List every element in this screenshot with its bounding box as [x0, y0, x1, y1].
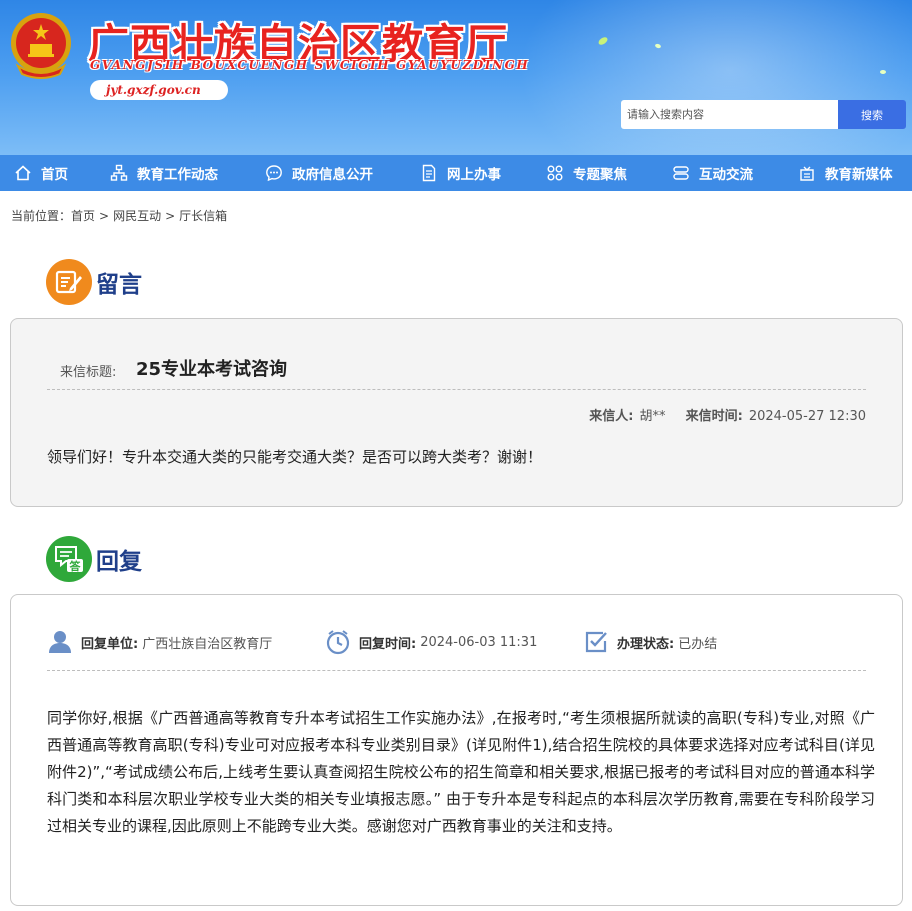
breadcrumb-link-mailbox[interactable]: 厅长信箱 — [179, 209, 227, 223]
site-domain: jyt.gxzf.gov.cn — [90, 80, 228, 100]
breadcrumb-link-home[interactable]: 首页 — [71, 209, 95, 223]
home-icon — [15, 165, 31, 181]
message-time-label: 来信时间: — [685, 409, 743, 424]
nav-item-new-media[interactable]: 教育新媒体 — [798, 155, 893, 191]
message-body: 领导们好！专升本交通大类的只能考交通大类？是否可以跨大类考？谢谢！ — [47, 448, 543, 466]
reply-time-label: 回复时间: — [359, 636, 417, 652]
reply-icon-badge: 答 — [46, 536, 92, 582]
nav-item-label: 专题聚焦 — [573, 167, 627, 183]
breadcrumb-link-interaction[interactable]: 网民互动 — [113, 209, 161, 223]
leaf-decoration — [880, 70, 886, 74]
breadcrumb: 当前位置：首页 > 网民互动 > 厅长信箱 — [11, 207, 227, 224]
sender-value: 胡** — [639, 409, 666, 424]
nav-item-label: 网上办事 — [447, 167, 501, 183]
reply-body: 同学你好,根据《广西普通高等教育专升本考试招生工作实施办法》,在报考时,“考生须… — [47, 709, 875, 835]
message-card: 来信标题: 25专业本考试咨询 来信人: 胡** 来信时间: 2024-05-27 … — [10, 318, 903, 507]
sitemap-icon — [110, 164, 128, 181]
reply-status-label: 办理状态: — [617, 636, 675, 652]
reply-time-value: 2024-06-03 11:31 — [420, 634, 538, 650]
nav-item-education-news[interactable]: 教育工作动态 — [110, 155, 218, 191]
divider — [47, 670, 866, 671]
nav-item-special-topics[interactable]: 专题聚焦 — [546, 155, 627, 191]
nav-item-label: 首页 — [41, 167, 68, 183]
nav-item-label: 政府信息公开 — [292, 167, 373, 183]
nav-item-gov-info[interactable]: 政府信息公开 — [265, 155, 373, 191]
site-subtitle: GVANGJSIH BOUXCUENGH SWCIGIH GYAUYUZDING… — [90, 58, 530, 72]
media-icon — [800, 166, 814, 181]
nav-item-home[interactable]: 首页 — [14, 155, 68, 191]
message-time-value: 2024-05-27 12:30 — [748, 409, 866, 424]
reply-answer-icon: 答 — [55, 546, 83, 573]
grid-icon — [547, 165, 563, 181]
exchange-icon — [673, 166, 689, 180]
reply-time: 回复时间: 2024-06-03 11:31 — [325, 629, 537, 655]
message-meta: 来信人: 胡** 来信时间: 2024-05-27 12:30 — [589, 405, 866, 424]
main-nav: 首页 教育工作动态 政府信息公开 网上办事 专题聚焦 互动交流 教育新媒体 — [0, 155, 912, 191]
nav-item-interaction[interactable]: 互动交流 — [672, 155, 753, 191]
header-glow — [520, 0, 912, 155]
national-emblem-icon — [11, 13, 71, 79]
breadcrumb-prefix: 当前位置： — [11, 209, 72, 223]
document-icon — [422, 164, 436, 182]
reply-status: 办理状态: 已办结 — [583, 629, 717, 655]
chat-icon — [266, 165, 282, 182]
pencil-note-icon — [55, 270, 82, 294]
breadcrumb-separator: > — [165, 209, 176, 223]
site-header: 广西壮族自治区教育厅 GVANGJSIH BOUXCUENGH SWCIGIH … — [0, 0, 912, 155]
sender-label: 来信人: — [589, 409, 634, 424]
nav-item-label: 教育工作动态 — [137, 167, 218, 183]
clock-icon — [326, 630, 350, 655]
reply-card: 回复单位: 广西壮族自治区教育厅 回复时间: 2024-06-03 11:31 办理… — [10, 594, 903, 906]
message-icon-badge — [46, 259, 92, 305]
reply-status-value: 已办结 — [678, 636, 718, 652]
search-input[interactable] — [621, 100, 839, 129]
reply-heading-title: 回复 — [96, 548, 142, 575]
reply-heading: 答 回复 — [46, 536, 142, 582]
checkbox-icon — [585, 631, 607, 653]
nav-item-label: 教育新媒体 — [825, 167, 893, 183]
svg-text:答: 答 — [70, 559, 82, 573]
message-title: 25专业本考试咨询 — [136, 359, 288, 380]
reply-unit-value: 广西壮族自治区教育厅 — [142, 636, 273, 652]
nav-item-online-services[interactable]: 网上办事 — [420, 155, 501, 191]
message-title-label: 来信标题: — [60, 365, 117, 380]
user-icon — [49, 631, 71, 653]
reply-unit: 回复单位: 广西壮族自治区教育厅 — [47, 629, 272, 655]
nav-item-label: 互动交流 — [699, 167, 753, 183]
reply-unit-label: 回复单位: — [81, 636, 139, 652]
divider — [47, 389, 866, 390]
message-heading: 留言 — [46, 259, 142, 305]
breadcrumb-separator: > — [99, 209, 110, 223]
message-heading-title: 留言 — [96, 271, 142, 298]
search-button[interactable]: 搜索 — [838, 100, 906, 129]
